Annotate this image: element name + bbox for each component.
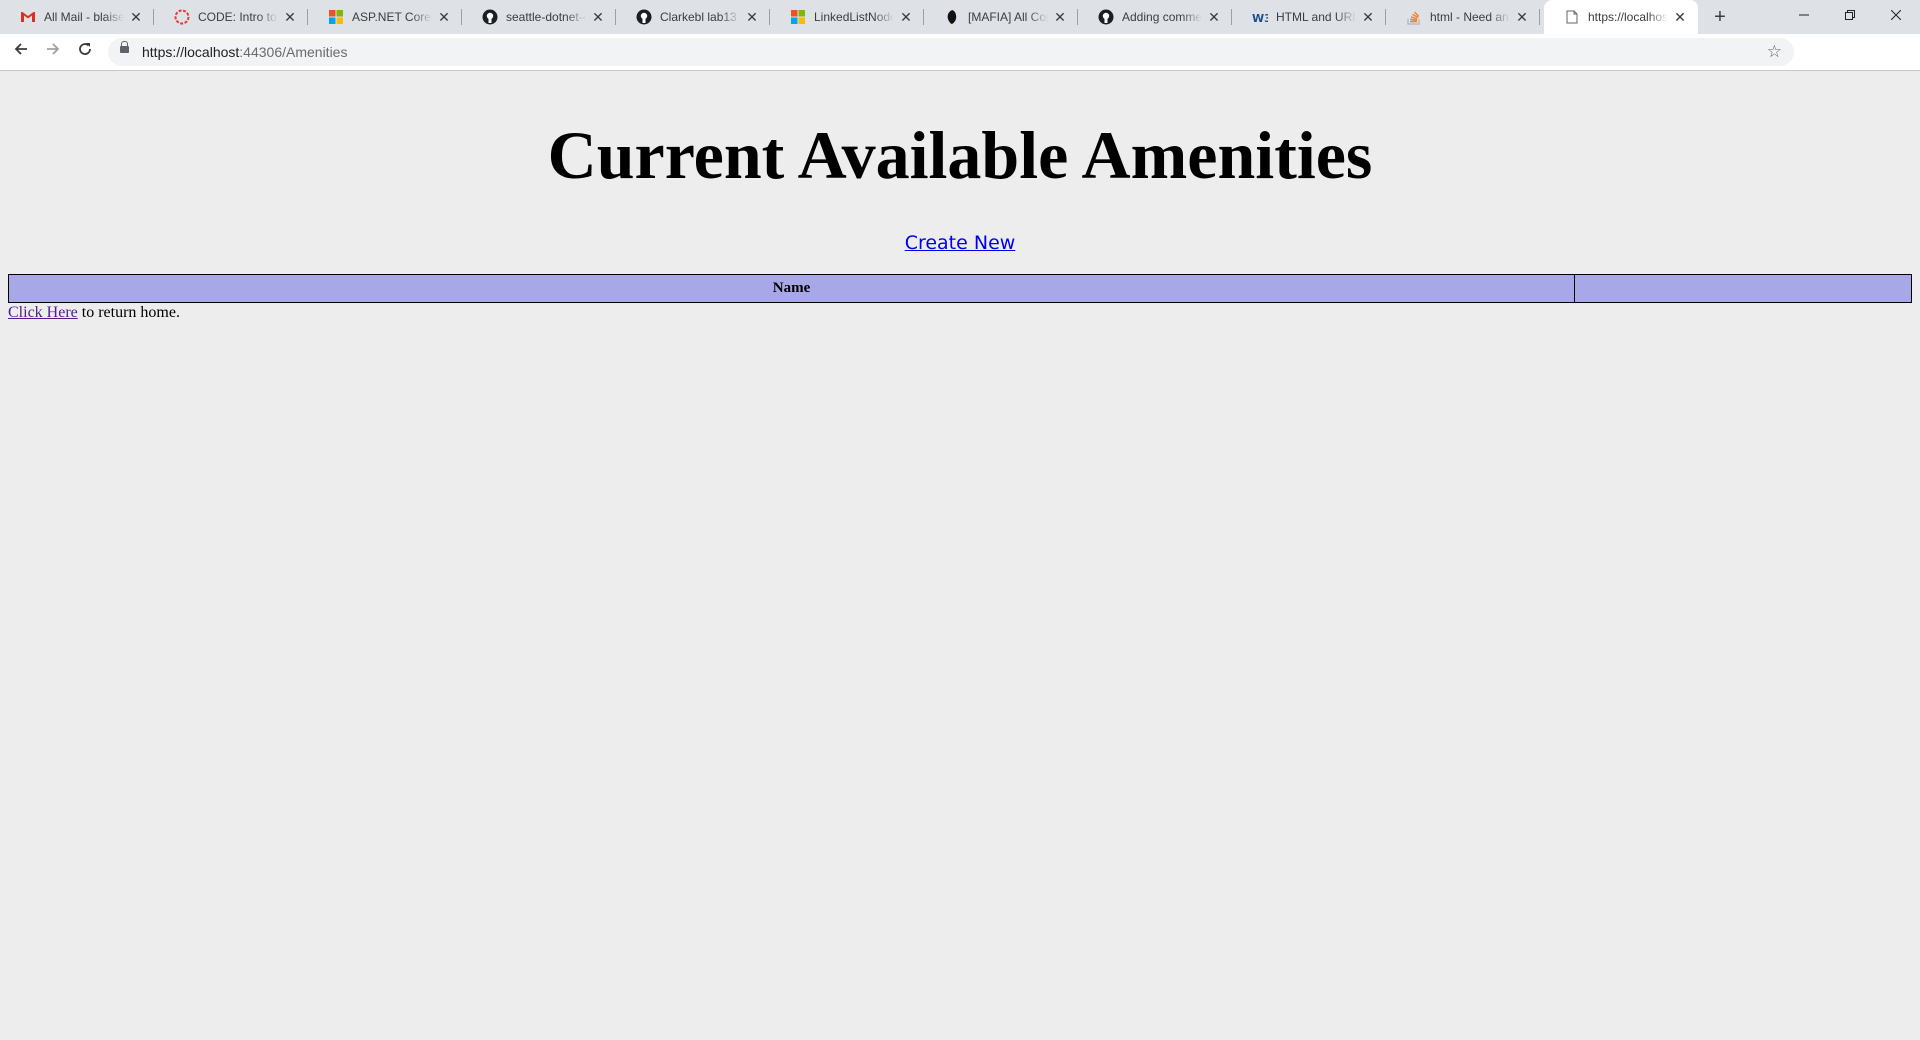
url-path: :44306/Amenities bbox=[239, 44, 348, 60]
tab-clarkebl-lab13[interactable]: Clarkebl lab13 by ✕ bbox=[616, 0, 770, 34]
close-icon[interactable]: ✕ bbox=[1514, 9, 1530, 25]
close-icon[interactable]: ✕ bbox=[436, 9, 452, 25]
tab-linkedlistnode[interactable]: LinkedListNode<T> ✕ bbox=[770, 0, 924, 34]
tab-stackoverflow[interactable]: html - Need an un ✕ bbox=[1386, 0, 1540, 34]
tab-title: seattle-dotnet-401 bbox=[506, 10, 586, 24]
column-header-name: Name bbox=[8, 274, 1575, 303]
microsoft-icon bbox=[790, 9, 806, 25]
minimize-button[interactable] bbox=[1781, 0, 1827, 30]
restore-button[interactable] bbox=[1827, 0, 1873, 30]
github-icon bbox=[1098, 9, 1114, 25]
reload-button[interactable] bbox=[71, 38, 99, 66]
table-header-row: Name bbox=[8, 274, 1912, 303]
close-icon[interactable]: ✕ bbox=[744, 9, 760, 25]
restore-icon bbox=[1845, 10, 1855, 20]
back-button[interactable] bbox=[7, 38, 35, 66]
tab-title: HTML and URLs bbox=[1276, 10, 1356, 24]
tab-code-fellows[interactable]: CODE: Intro to Ent ✕ bbox=[154, 0, 308, 34]
tab-title: ASP.NET Core MVC bbox=[352, 10, 432, 24]
close-window-button[interactable] bbox=[1873, 0, 1919, 30]
tab-adding-comments[interactable]: Adding comments ✕ bbox=[1078, 0, 1232, 34]
mafia-icon bbox=[944, 9, 960, 25]
tab-seattle-dotnet[interactable]: seattle-dotnet-401 ✕ bbox=[462, 0, 616, 34]
tab-title: https://localhost:4 bbox=[1588, 10, 1668, 24]
tab-localhost-active[interactable]: https://localhost:4 ✕ bbox=[1544, 0, 1698, 34]
tab-title: Clarkebl lab13 by bbox=[660, 10, 740, 24]
reload-icon bbox=[79, 43, 91, 55]
close-icon[interactable]: ✕ bbox=[898, 9, 914, 25]
minimize-icon bbox=[1799, 14, 1809, 16]
create-new-link[interactable]: Create New bbox=[905, 232, 1016, 254]
tab-aspnet-core[interactable]: ASP.NET Core MVC ✕ bbox=[308, 0, 462, 34]
tab-title: All Mail - blaisen bbox=[44, 10, 124, 24]
svg-text:W3: W3 bbox=[1252, 12, 1268, 24]
browser-toolbar: https://localhost:44306/Amenities ☆ uO Z… bbox=[0, 34, 1920, 94]
close-icon[interactable]: ✕ bbox=[1672, 9, 1688, 25]
close-window-icon bbox=[1890, 9, 1902, 21]
tab-title: html - Need an un bbox=[1430, 10, 1510, 24]
tab-title: CODE: Intro to Ent bbox=[198, 10, 278, 24]
close-icon[interactable]: ✕ bbox=[1052, 9, 1068, 25]
return-home-line: Click Here to return home. bbox=[8, 303, 180, 323]
forward-arrow-icon bbox=[47, 43, 60, 55]
w3schools-icon: W3 bbox=[1252, 9, 1268, 25]
close-icon[interactable]: ✕ bbox=[590, 9, 606, 25]
tab-gmail[interactable]: All Mail - blaisen ✕ bbox=[0, 0, 154, 34]
close-icon[interactable]: ✕ bbox=[1206, 9, 1222, 25]
tab-title: LinkedListNode<T> bbox=[814, 10, 894, 24]
address-bar[interactable]: https://localhost:44306/Amenities ☆ bbox=[108, 38, 1794, 66]
new-tab-button[interactable]: + bbox=[1706, 5, 1734, 29]
tab-strip: All Mail - blaisen ✕ CODE: Intro to Ent … bbox=[0, 0, 1920, 34]
click-here-link[interactable]: Click Here bbox=[8, 304, 78, 321]
column-header-actions bbox=[1574, 274, 1912, 303]
github-icon bbox=[482, 9, 498, 25]
close-icon[interactable]: ✕ bbox=[282, 9, 298, 25]
microsoft-icon bbox=[328, 9, 344, 25]
page-content: Current Available Amenities Create New N… bbox=[0, 71, 1920, 1040]
create-new-container: Create New bbox=[0, 231, 1920, 255]
tab-title: Adding comments bbox=[1122, 10, 1202, 24]
gmail-icon bbox=[20, 9, 36, 25]
tab-title: [MAFIA] All Copy bbox=[968, 10, 1048, 24]
close-icon[interactable]: ✕ bbox=[1360, 9, 1376, 25]
tab-separator bbox=[1539, 9, 1540, 25]
back-arrow-icon bbox=[14, 43, 27, 55]
tab-mafia[interactable]: [MAFIA] All Copy ✕ bbox=[924, 0, 1078, 34]
return-home-text: to return home. bbox=[77, 304, 180, 321]
page-icon bbox=[1564, 9, 1580, 25]
close-icon[interactable]: ✕ bbox=[128, 9, 144, 25]
bookmark-star-icon[interactable]: ☆ bbox=[1767, 38, 1782, 66]
stackoverflow-icon bbox=[1406, 9, 1422, 25]
lock-icon bbox=[120, 41, 129, 53]
url-origin: https://localhost bbox=[142, 44, 240, 60]
page-title: Current Available Amenities bbox=[547, 117, 1373, 193]
url-text[interactable]: https://localhost:44306/Amenities bbox=[142, 38, 347, 66]
forward-button[interactable] bbox=[39, 38, 67, 66]
tab-html-and-urls[interactable]: W3 HTML and URLs ✕ bbox=[1232, 0, 1386, 34]
amenities-table: Name bbox=[8, 274, 1912, 303]
code-fellows-icon bbox=[174, 9, 190, 25]
github-icon bbox=[636, 9, 652, 25]
